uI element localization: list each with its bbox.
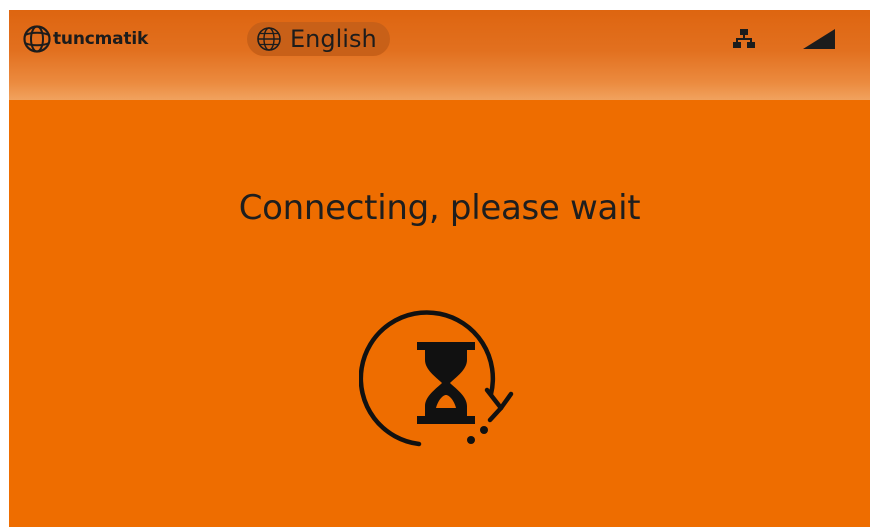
network-icon <box>733 29 755 48</box>
hourglass-loading-icon <box>359 310 514 447</box>
header-bar: tuncmatik English <box>9 10 870 100</box>
status-message: Connecting, please wait <box>238 188 641 228</box>
signal-icon <box>803 29 835 49</box>
language-selector-button[interactable]: English <box>247 22 390 56</box>
globe-logo-icon <box>23 25 51 53</box>
globe-icon <box>257 27 281 51</box>
brand-logo: tuncmatik <box>22 23 148 55</box>
device-screen: tuncmatik English Connecting, please wai… <box>9 10 870 527</box>
language-label: English <box>290 25 377 53</box>
brand-name: tuncmatik <box>53 29 149 49</box>
